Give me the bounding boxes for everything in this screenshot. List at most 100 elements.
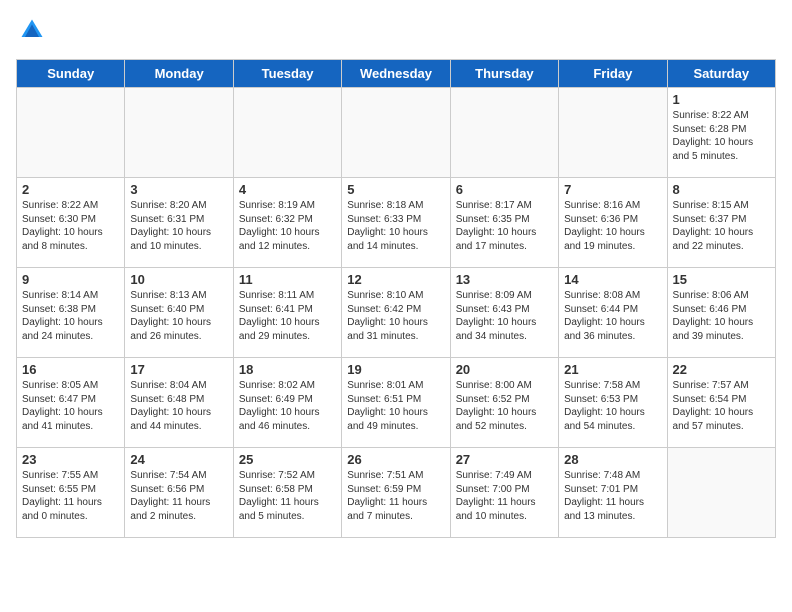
day-info: Sunrise: 8:04 AM Sunset: 6:48 PM Dayligh… bbox=[130, 379, 227, 433]
day-number: 14 bbox=[564, 272, 661, 287]
calendar-day-cell: 16 Sunrise: 8:05 AM Sunset: 6:47 PM Dayli… bbox=[17, 358, 125, 448]
day-info: Sunrise: 8:22 AM Sunset: 6:30 PM Dayligh… bbox=[22, 199, 119, 253]
calendar-day-cell: 8 Sunrise: 8:15 AM Sunset: 6:37 PM Daylig… bbox=[667, 178, 775, 268]
day-info: Sunrise: 8:09 AM Sunset: 6:43 PM Dayligh… bbox=[456, 289, 553, 343]
day-number: 15 bbox=[673, 272, 770, 287]
day-number: 27 bbox=[456, 452, 553, 467]
calendar-week-row: 9Sunrise: 8:14 AM Sunset: 6:38 PM Daylig… bbox=[17, 268, 776, 358]
calendar-day-cell: 24 Sunrise: 7:54 AM Sunset: 6:56 PM Dayli… bbox=[125, 448, 233, 538]
calendar-day-cell: 18 Sunrise: 8:02 AM Sunset: 6:49 PM Dayli… bbox=[233, 358, 341, 448]
calendar-day-cell: 19Sunrise: 8:01 AM Sunset: 6:51 PM Dayli… bbox=[342, 358, 450, 448]
calendar-day-cell: 28 Sunrise: 7:48 AM Sunset: 7:01 PM Dayli… bbox=[559, 448, 667, 538]
day-number: 28 bbox=[564, 452, 661, 467]
day-number: 26 bbox=[347, 452, 444, 467]
day-number: 5 bbox=[347, 182, 444, 197]
day-info: Sunrise: 8:11 AM Sunset: 6:41 PM Dayligh… bbox=[239, 289, 336, 343]
day-info: Sunrise: 8:19 AM Sunset: 6:32 PM Dayligh… bbox=[239, 199, 336, 253]
calendar-day-cell: 10 Sunrise: 8:13 AM Sunset: 6:40 PM Dayli… bbox=[125, 268, 233, 358]
day-info: Sunrise: 8:17 AM Sunset: 6:35 PM Dayligh… bbox=[456, 199, 553, 253]
day-info: Sunrise: 7:55 AM Sunset: 6:55 PM Dayligh… bbox=[22, 469, 119, 523]
calendar-day-cell: 4 Sunrise: 8:19 AM Sunset: 6:32 PM Daylig… bbox=[233, 178, 341, 268]
day-info: Sunrise: 8:16 AM Sunset: 6:36 PM Dayligh… bbox=[564, 199, 661, 253]
calendar-day-cell: 15 Sunrise: 8:06 AM Sunset: 6:46 PM Dayli… bbox=[667, 268, 775, 358]
calendar-day-cell: 13 Sunrise: 8:09 AM Sunset: 6:43 PM Dayli… bbox=[450, 268, 558, 358]
day-info: Sunrise: 8:22 AM Sunset: 6:28 PM Dayligh… bbox=[673, 109, 770, 163]
day-info: Sunrise: 7:54 AM Sunset: 6:56 PM Dayligh… bbox=[130, 469, 227, 523]
day-info: Sunrise: 7:51 AM Sunset: 6:59 PM Dayligh… bbox=[347, 469, 444, 523]
calendar-day-cell: 11 Sunrise: 8:11 AM Sunset: 6:41 PM Dayli… bbox=[233, 268, 341, 358]
day-number: 17 bbox=[130, 362, 227, 377]
calendar-week-row: 16 Sunrise: 8:05 AM Sunset: 6:47 PM Dayli… bbox=[17, 358, 776, 448]
day-number: 8 bbox=[673, 182, 770, 197]
day-info: Sunrise: 7:48 AM Sunset: 7:01 PM Dayligh… bbox=[564, 469, 661, 523]
day-number: 3 bbox=[130, 182, 227, 197]
day-of-week-header: Monday bbox=[125, 60, 233, 88]
day-info: Sunrise: 8:20 AM Sunset: 6:31 PM Dayligh… bbox=[130, 199, 227, 253]
day-of-week-header: Saturday bbox=[667, 60, 775, 88]
day-number: 25 bbox=[239, 452, 336, 467]
calendar-day-cell: 20Sunrise: 8:00 AM Sunset: 6:52 PM Dayli… bbox=[450, 358, 558, 448]
calendar-day-cell: 9Sunrise: 8:14 AM Sunset: 6:38 PM Daylig… bbox=[17, 268, 125, 358]
calendar-day-cell bbox=[342, 88, 450, 178]
calendar-day-cell: 17 Sunrise: 8:04 AM Sunset: 6:48 PM Dayli… bbox=[125, 358, 233, 448]
calendar-day-cell: 3 Sunrise: 8:20 AM Sunset: 6:31 PM Daylig… bbox=[125, 178, 233, 268]
logo-icon bbox=[18, 16, 46, 44]
calendar-day-cell bbox=[17, 88, 125, 178]
day-info: Sunrise: 8:01 AM Sunset: 6:51 PM Dayligh… bbox=[347, 379, 444, 433]
day-number: 1 bbox=[673, 92, 770, 107]
day-of-week-header: Friday bbox=[559, 60, 667, 88]
calendar-table: SundayMondayTuesdayWednesdayThursdayFrid… bbox=[16, 59, 776, 538]
day-number: 16 bbox=[22, 362, 119, 377]
page-header bbox=[16, 16, 776, 49]
calendar-day-cell bbox=[125, 88, 233, 178]
calendar-day-cell: 27 Sunrise: 7:49 AM Sunset: 7:00 PM Dayli… bbox=[450, 448, 558, 538]
calendar-week-row: 23 Sunrise: 7:55 AM Sunset: 6:55 PM Dayli… bbox=[17, 448, 776, 538]
day-number: 22 bbox=[673, 362, 770, 377]
calendar-day-cell bbox=[450, 88, 558, 178]
day-info: Sunrise: 7:57 AM Sunset: 6:54 PM Dayligh… bbox=[673, 379, 770, 433]
calendar-day-cell: 26 Sunrise: 7:51 AM Sunset: 6:59 PM Dayli… bbox=[342, 448, 450, 538]
day-info: Sunrise: 8:14 AM Sunset: 6:38 PM Dayligh… bbox=[22, 289, 119, 343]
day-info: Sunrise: 8:06 AM Sunset: 6:46 PM Dayligh… bbox=[673, 289, 770, 343]
day-number: 24 bbox=[130, 452, 227, 467]
calendar-day-cell: 22 Sunrise: 7:57 AM Sunset: 6:54 PM Dayli… bbox=[667, 358, 775, 448]
day-info: Sunrise: 8:00 AM Sunset: 6:52 PM Dayligh… bbox=[456, 379, 553, 433]
day-number: 12 bbox=[347, 272, 444, 287]
day-info: Sunrise: 7:52 AM Sunset: 6:58 PM Dayligh… bbox=[239, 469, 336, 523]
day-number: 23 bbox=[22, 452, 119, 467]
day-info: Sunrise: 8:13 AM Sunset: 6:40 PM Dayligh… bbox=[130, 289, 227, 343]
day-number: 6 bbox=[456, 182, 553, 197]
day-number: 11 bbox=[239, 272, 336, 287]
logo bbox=[16, 16, 50, 49]
day-info: Sunrise: 8:08 AM Sunset: 6:44 PM Dayligh… bbox=[564, 289, 661, 343]
calendar-day-cell: 23 Sunrise: 7:55 AM Sunset: 6:55 PM Dayli… bbox=[17, 448, 125, 538]
calendar-day-cell: 7 Sunrise: 8:16 AM Sunset: 6:36 PM Daylig… bbox=[559, 178, 667, 268]
day-info: Sunrise: 8:02 AM Sunset: 6:49 PM Dayligh… bbox=[239, 379, 336, 433]
day-number: 2 bbox=[22, 182, 119, 197]
calendar-day-cell: 5 Sunrise: 8:18 AM Sunset: 6:33 PM Daylig… bbox=[342, 178, 450, 268]
day-of-week-header: Sunday bbox=[17, 60, 125, 88]
day-number: 4 bbox=[239, 182, 336, 197]
day-number: 7 bbox=[564, 182, 661, 197]
day-number: 10 bbox=[130, 272, 227, 287]
day-info: Sunrise: 7:49 AM Sunset: 7:00 PM Dayligh… bbox=[456, 469, 553, 523]
calendar-week-row: 1 Sunrise: 8:22 AM Sunset: 6:28 PM Daylig… bbox=[17, 88, 776, 178]
day-number: 21 bbox=[564, 362, 661, 377]
calendar-day-cell: 6 Sunrise: 8:17 AM Sunset: 6:35 PM Daylig… bbox=[450, 178, 558, 268]
day-info: Sunrise: 8:05 AM Sunset: 6:47 PM Dayligh… bbox=[22, 379, 119, 433]
day-info: Sunrise: 8:10 AM Sunset: 6:42 PM Dayligh… bbox=[347, 289, 444, 343]
calendar-week-row: 2 Sunrise: 8:22 AM Sunset: 6:30 PM Daylig… bbox=[17, 178, 776, 268]
day-number: 13 bbox=[456, 272, 553, 287]
calendar-day-cell bbox=[233, 88, 341, 178]
day-info: Sunrise: 8:15 AM Sunset: 6:37 PM Dayligh… bbox=[673, 199, 770, 253]
calendar-day-cell: 12 Sunrise: 8:10 AM Sunset: 6:42 PM Dayli… bbox=[342, 268, 450, 358]
day-info: Sunrise: 8:18 AM Sunset: 6:33 PM Dayligh… bbox=[347, 199, 444, 253]
calendar-day-cell: 1 Sunrise: 8:22 AM Sunset: 6:28 PM Daylig… bbox=[667, 88, 775, 178]
day-number: 18 bbox=[239, 362, 336, 377]
calendar-day-cell bbox=[559, 88, 667, 178]
calendar-day-cell bbox=[667, 448, 775, 538]
day-of-week-header: Thursday bbox=[450, 60, 558, 88]
calendar-day-cell: 21Sunrise: 7:58 AM Sunset: 6:53 PM Dayli… bbox=[559, 358, 667, 448]
calendar-day-cell: 14 Sunrise: 8:08 AM Sunset: 6:44 PM Dayli… bbox=[559, 268, 667, 358]
day-of-week-header: Wednesday bbox=[342, 60, 450, 88]
